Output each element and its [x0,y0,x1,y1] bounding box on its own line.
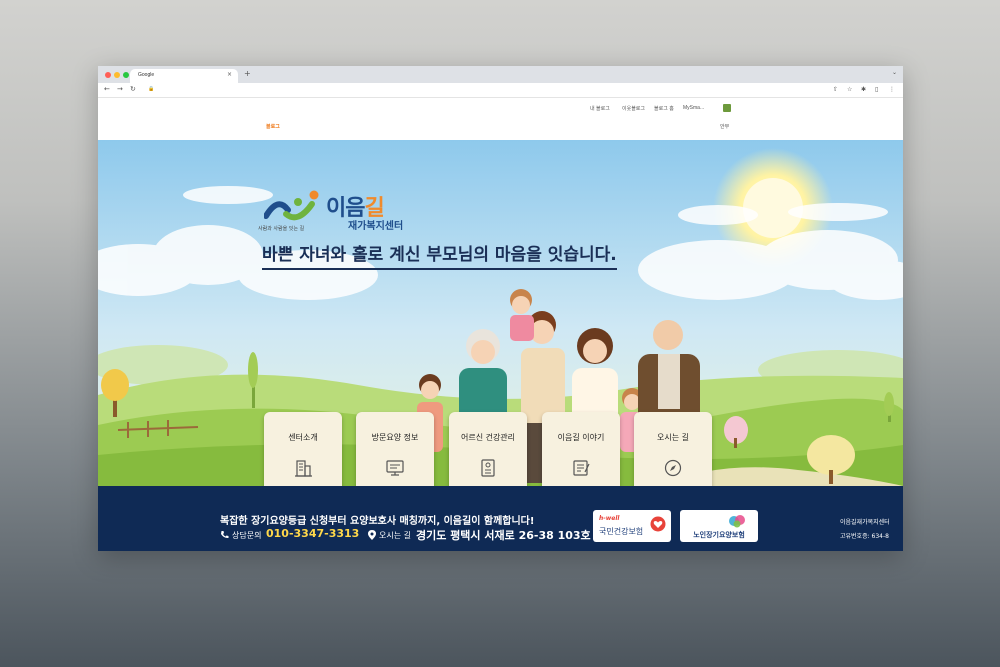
card-label: 오시는 길 [657,433,689,442]
sidebar-icon[interactable]: ▯ [875,86,878,93]
card-label: 방문요양 정보 [371,433,419,442]
ltc-text: 노인장기요양보험 [693,531,745,539]
notebook-icon [573,460,590,476]
footer-band: 복잡한 장기요양등급 신청부터 요양보호사 매칭까지, 이음길이 함께합니다! … [98,486,903,551]
new-tab-button[interactable]: + [244,69,251,78]
card-directions[interactable]: 오시는 길 [634,412,712,486]
browser-toolbar: ← → ↻ 🔒 ⇧ ☆ ✱ ▯ ⋮ [98,83,903,98]
card-visit-care-info[interactable]: 방문요양 정보 [356,412,434,486]
phone-number[interactable]: 010-3347-3313 [266,527,359,540]
card-center-intro[interactable]: 센터소개 [264,412,342,486]
card-senior-health[interactable]: 어르신 건강관리 [449,412,527,486]
minimize-window-button[interactable] [114,72,120,78]
heart-logo-icon [650,516,666,532]
logo-tagline: 사람과 사람을 잇는 길 [258,226,305,232]
monitor-icon [386,460,404,476]
share-icon[interactable]: ⇧ [833,86,838,93]
tab-close-icon[interactable]: × [227,71,232,78]
ltc-logo-icon [729,515,745,528]
blog-header: 내 블로그 이웃블로그 블로그 홈 MySma... 블로그 안부 [98,98,903,141]
footer-slogan: 복잡한 장기요양등급 신청부터 요양보호사 매칭까지, 이음길이 함께합니다! [220,516,535,527]
tab-search-icon[interactable]: ⌄ [892,69,897,76]
building-icon [295,460,312,477]
menu-icon[interactable]: ⋮ [889,86,895,93]
address-text: 경기도 평택시 서재로 26-38 103호 [416,529,591,542]
nhis-brand: h-well [599,515,620,522]
ltc-insurance-badge[interactable]: 노인장기요양보험 [680,510,758,542]
neighbor-blog-link[interactable]: 이웃블로그 [622,105,645,112]
compass-icon [664,459,682,477]
reload-button[interactable]: ↻ [130,85,136,93]
blog-home-link[interactable]: 블로그 홈 [654,105,674,112]
hero-headline: 바쁜 자녀와 홀로 계신 부모님의 마음을 잇습니다. [262,240,617,270]
mysmarthome-link[interactable]: MySma... [683,105,704,111]
blog-logo[interactable]: 블로그 [266,123,280,130]
card-label: 센터소개 [288,433,318,442]
extensions-icon[interactable]: ✱ [861,86,866,93]
card-label: 어르신 건강관리 [460,433,516,442]
browser-window: Google × + ⌄ ← → ↻ 🔒 ⇧ ☆ ✱ ▯ ⋮ 내 블로그 이웃블… [98,66,903,551]
maximize-window-button[interactable] [123,72,129,78]
nhis-text: 국민건강보험 [599,527,644,536]
back-button[interactable]: ← [104,85,110,93]
bookmark-star-icon[interactable]: ☆ [847,86,852,93]
phone-icon [221,531,229,539]
phone-label: 상담문의 [232,531,262,540]
lock-icon[interactable]: 🔒 [148,86,154,92]
logo-subtitle: 재가복지센터 [348,221,404,232]
blog-menu-guestbook[interactable]: 안부 [720,123,729,130]
tab-title: Google [138,72,155,78]
apps-grid-icon[interactable] [723,104,731,112]
tab-strip: Google × + ⌄ [98,66,903,83]
forward-button[interactable]: → [117,85,123,93]
hero-banner: 이음길 재가복지센터 사람과 사람을 잇는 길 바쁜 자녀와 홀로 계신 부모님… [98,140,903,486]
card-ieumgil-story[interactable]: 이음길 이야기 [542,412,620,486]
footer-registration-number: 고유번호증: 634-8 [840,533,889,540]
medical-record-icon [481,459,495,477]
logo-mark-icon [264,190,319,221]
location-pin-icon [368,530,376,540]
close-window-button[interactable] [105,72,111,78]
nhis-badge[interactable]: h-well 국민건강보험 [593,510,671,542]
my-blog-link[interactable]: 내 블로그 [590,105,610,112]
address-label: 오시는 길 [379,531,411,540]
tab-google[interactable]: Google × [130,69,238,83]
card-label: 이음길 이야기 [557,433,605,442]
footer-center-name: 이음길재가복지센터 [840,519,890,526]
